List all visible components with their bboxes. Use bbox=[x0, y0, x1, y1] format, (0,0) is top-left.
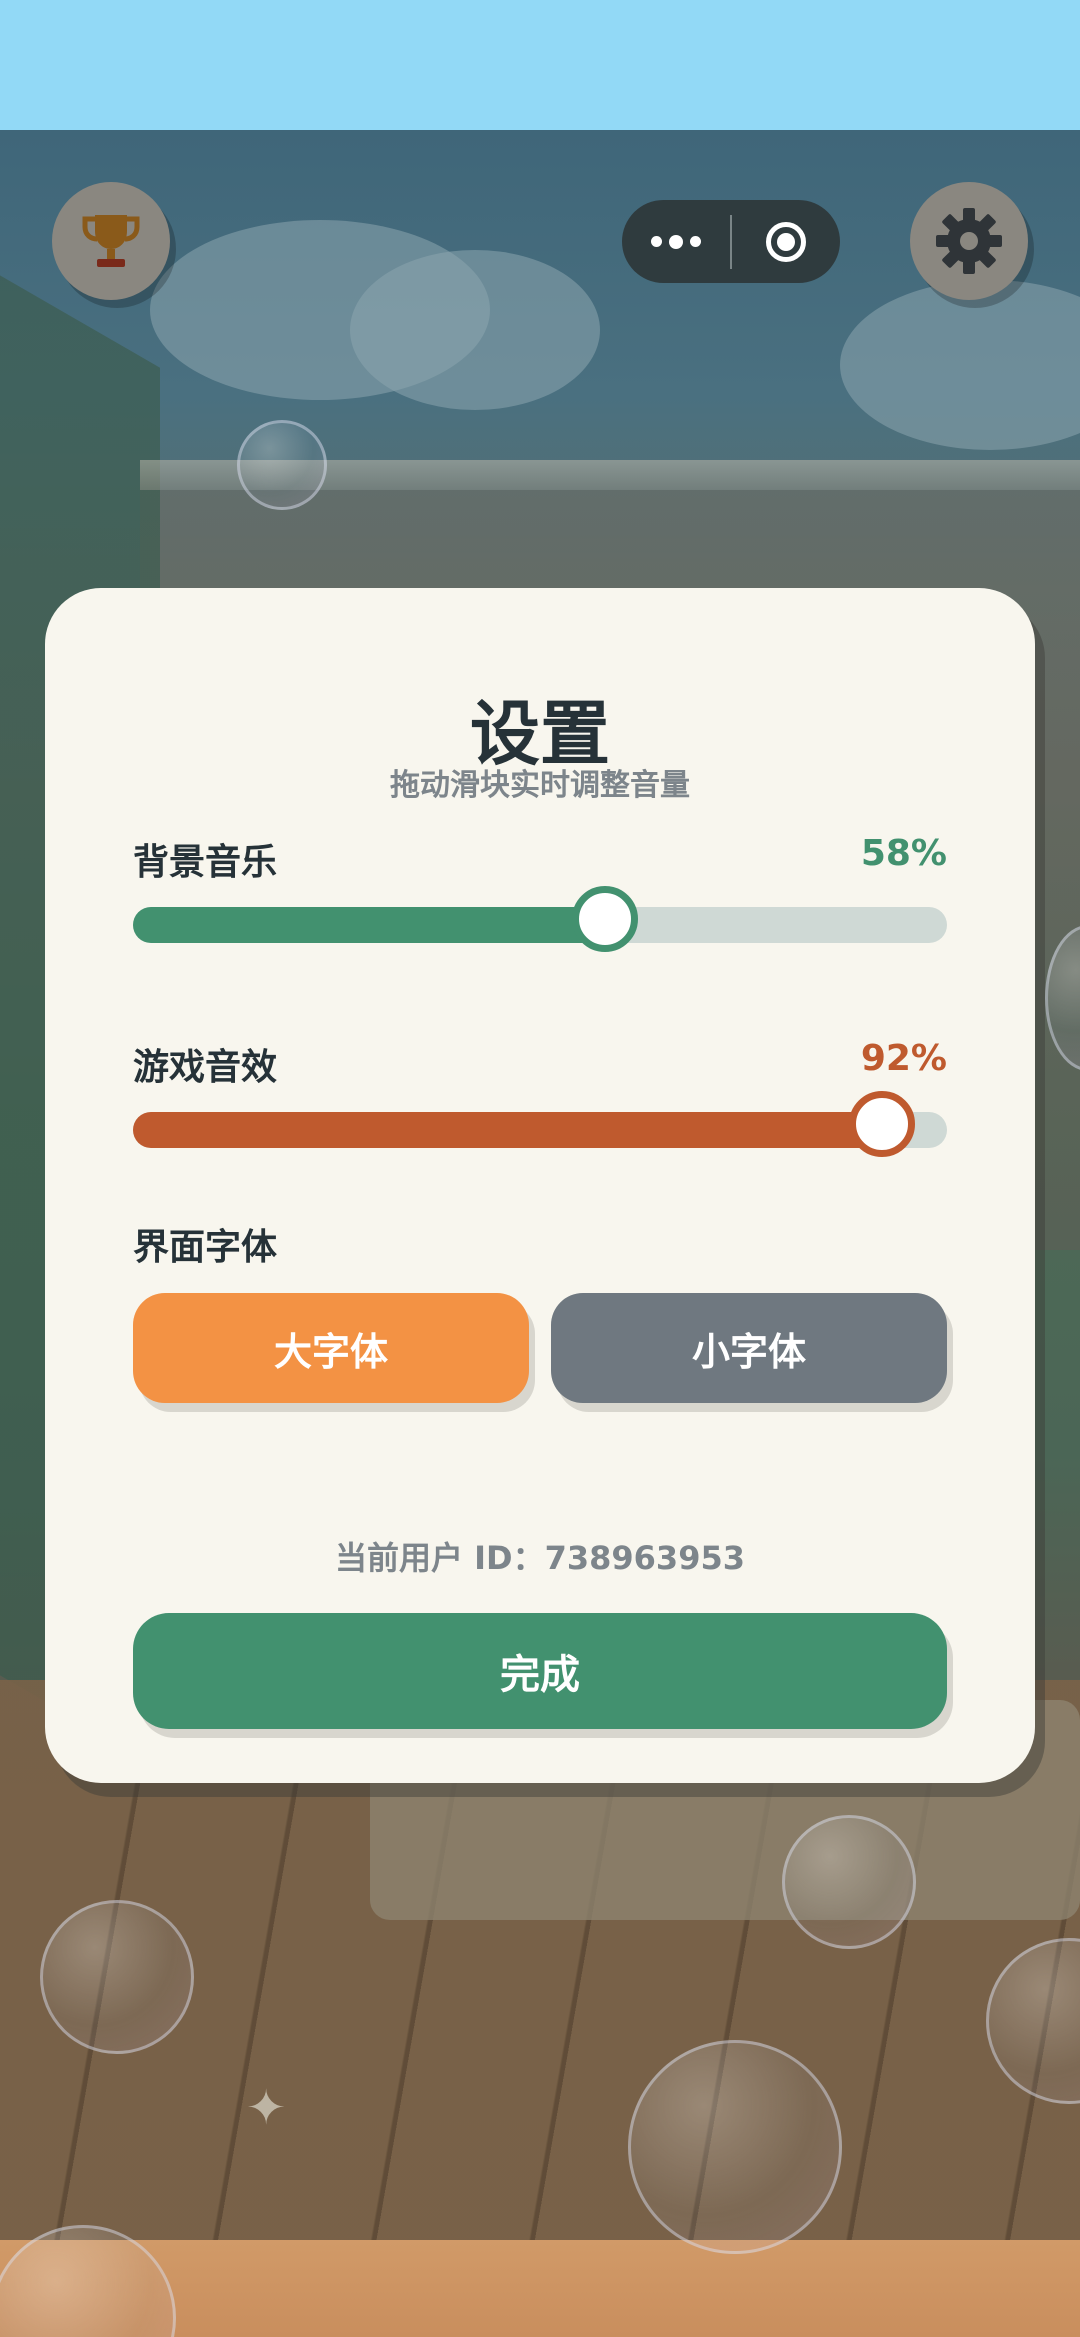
sparkle-decoration: ✦ bbox=[246, 2080, 287, 2136]
settings-dialog: 设置 拖动滑块实时调整音量 背景音乐 58% 游戏音效 92% 界面字体 大字体… bbox=[45, 588, 1035, 1783]
leaderboard-button[interactable] bbox=[52, 182, 170, 300]
user-id-text: 当前用户 ID：738963953 bbox=[334, 1539, 745, 1577]
gear-icon bbox=[936, 208, 1002, 274]
sfx-slider-handle[interactable] bbox=[848, 1091, 915, 1157]
sfx-label: 游戏音效 bbox=[133, 1047, 278, 1088]
miniprogram-capsule bbox=[622, 200, 840, 283]
trophy-icon bbox=[82, 215, 140, 267]
font-label: 界面字体 bbox=[133, 1227, 278, 1268]
bgm-slider-fill bbox=[133, 907, 606, 943]
dialog-subtitle: 拖动滑块实时调整音量 bbox=[390, 768, 690, 803]
target-circle-icon bbox=[766, 221, 806, 262]
sfx-slider[interactable] bbox=[133, 1091, 947, 1157]
settings-button[interactable] bbox=[910, 182, 1028, 300]
sfx-slider-fill bbox=[133, 1112, 882, 1148]
bgm-label: 背景音乐 bbox=[133, 842, 278, 883]
bubble-decoration bbox=[782, 1815, 916, 1949]
more-button[interactable] bbox=[622, 200, 730, 283]
small-font-button[interactable]: 小字体 bbox=[551, 1293, 947, 1403]
bgm-value: 58% bbox=[860, 833, 947, 874]
bubble-decoration bbox=[40, 1900, 194, 2054]
bubble-decoration bbox=[237, 420, 327, 510]
close-miniprogram-button[interactable] bbox=[732, 200, 840, 283]
bgm-slider-handle[interactable] bbox=[572, 886, 639, 952]
game-screen: ✦ 设置 拖动滑块实时调整音量 背景音乐 58% 游戏音效 92% 界面字体 大… bbox=[0, 0, 1080, 2337]
bubble-decoration bbox=[628, 2040, 842, 2254]
more-dots-icon bbox=[651, 234, 701, 249]
done-button[interactable]: 完成 bbox=[133, 1613, 947, 1729]
sfx-value: 92% bbox=[860, 1038, 947, 1079]
bgm-slider[interactable] bbox=[133, 886, 947, 952]
large-font-button[interactable]: 大字体 bbox=[133, 1293, 529, 1403]
